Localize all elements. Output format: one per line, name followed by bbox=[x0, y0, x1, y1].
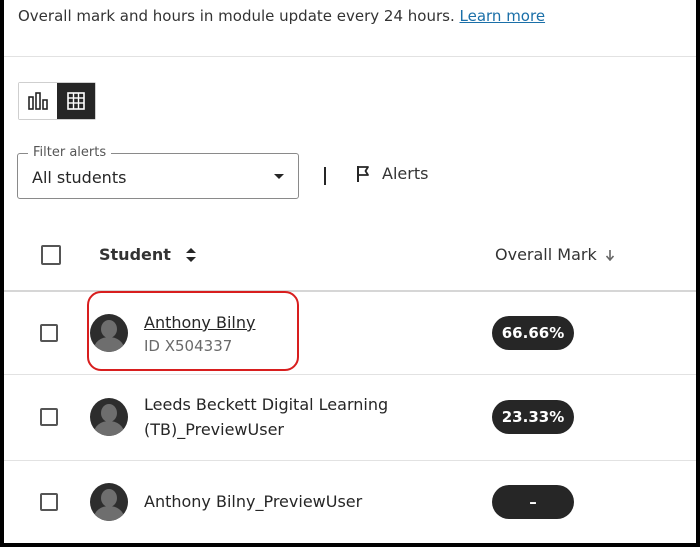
chart-view-button[interactable] bbox=[19, 83, 57, 119]
student-name: Anthony Bilny_PreviewUser bbox=[144, 492, 363, 511]
student-column-header[interactable]: Student bbox=[99, 245, 197, 264]
bar-chart-icon bbox=[28, 92, 48, 110]
row-checkbox[interactable] bbox=[40, 493, 58, 511]
update-notice-text: Overall mark and hours in module update … bbox=[18, 7, 455, 25]
flag-icon bbox=[357, 165, 369, 182]
row-checkbox[interactable] bbox=[40, 324, 58, 342]
table-grid-icon bbox=[67, 92, 85, 110]
arrow-down-icon bbox=[605, 249, 614, 261]
sort-icon bbox=[185, 247, 196, 262]
separator bbox=[324, 167, 326, 185]
student-name-line1: Leeds Beckett Digital Learning bbox=[144, 395, 389, 414]
student-overview-panel: Overall mark and hours in module update … bbox=[4, 0, 696, 543]
overall-mark-badge: 23.33% bbox=[492, 400, 574, 434]
overall-mark-badge: – bbox=[492, 485, 574, 519]
divider bbox=[4, 56, 696, 57]
overall-mark-column-header[interactable]: Overall Mark bbox=[495, 245, 615, 264]
view-toggle bbox=[18, 82, 96, 120]
row-checkbox[interactable] bbox=[40, 408, 58, 426]
filter-alerts-value: All students bbox=[32, 168, 127, 187]
overall-mark-header-label: Overall Mark bbox=[495, 245, 597, 264]
avatar bbox=[90, 483, 128, 521]
alerts-label: Alerts bbox=[382, 164, 429, 183]
table-view-button[interactable] bbox=[57, 83, 95, 119]
highlight-annotation bbox=[87, 291, 299, 371]
alerts-button[interactable]: Alerts bbox=[356, 164, 428, 183]
filter-alerts-select[interactable]: Filter alerts All students bbox=[17, 145, 299, 199]
chevron-down-icon bbox=[274, 174, 284, 179]
select-all-checkbox[interactable] bbox=[41, 245, 61, 265]
table-row: Leeds Beckett Digital Learning (TB)_Prev… bbox=[4, 375, 696, 459]
learn-more-link[interactable]: Learn more bbox=[460, 7, 546, 25]
update-notice: Overall mark and hours in module update … bbox=[18, 7, 545, 25]
avatar bbox=[90, 398, 128, 436]
overall-mark-badge: 66.66% bbox=[492, 316, 574, 350]
filter-alerts-label: Filter alerts bbox=[28, 145, 112, 160]
table-row: Anthony Bilny_PreviewUser – bbox=[4, 461, 696, 543]
student-header-label: Student bbox=[99, 245, 171, 264]
student-name-line2: (TB)_PreviewUser bbox=[144, 420, 284, 439]
